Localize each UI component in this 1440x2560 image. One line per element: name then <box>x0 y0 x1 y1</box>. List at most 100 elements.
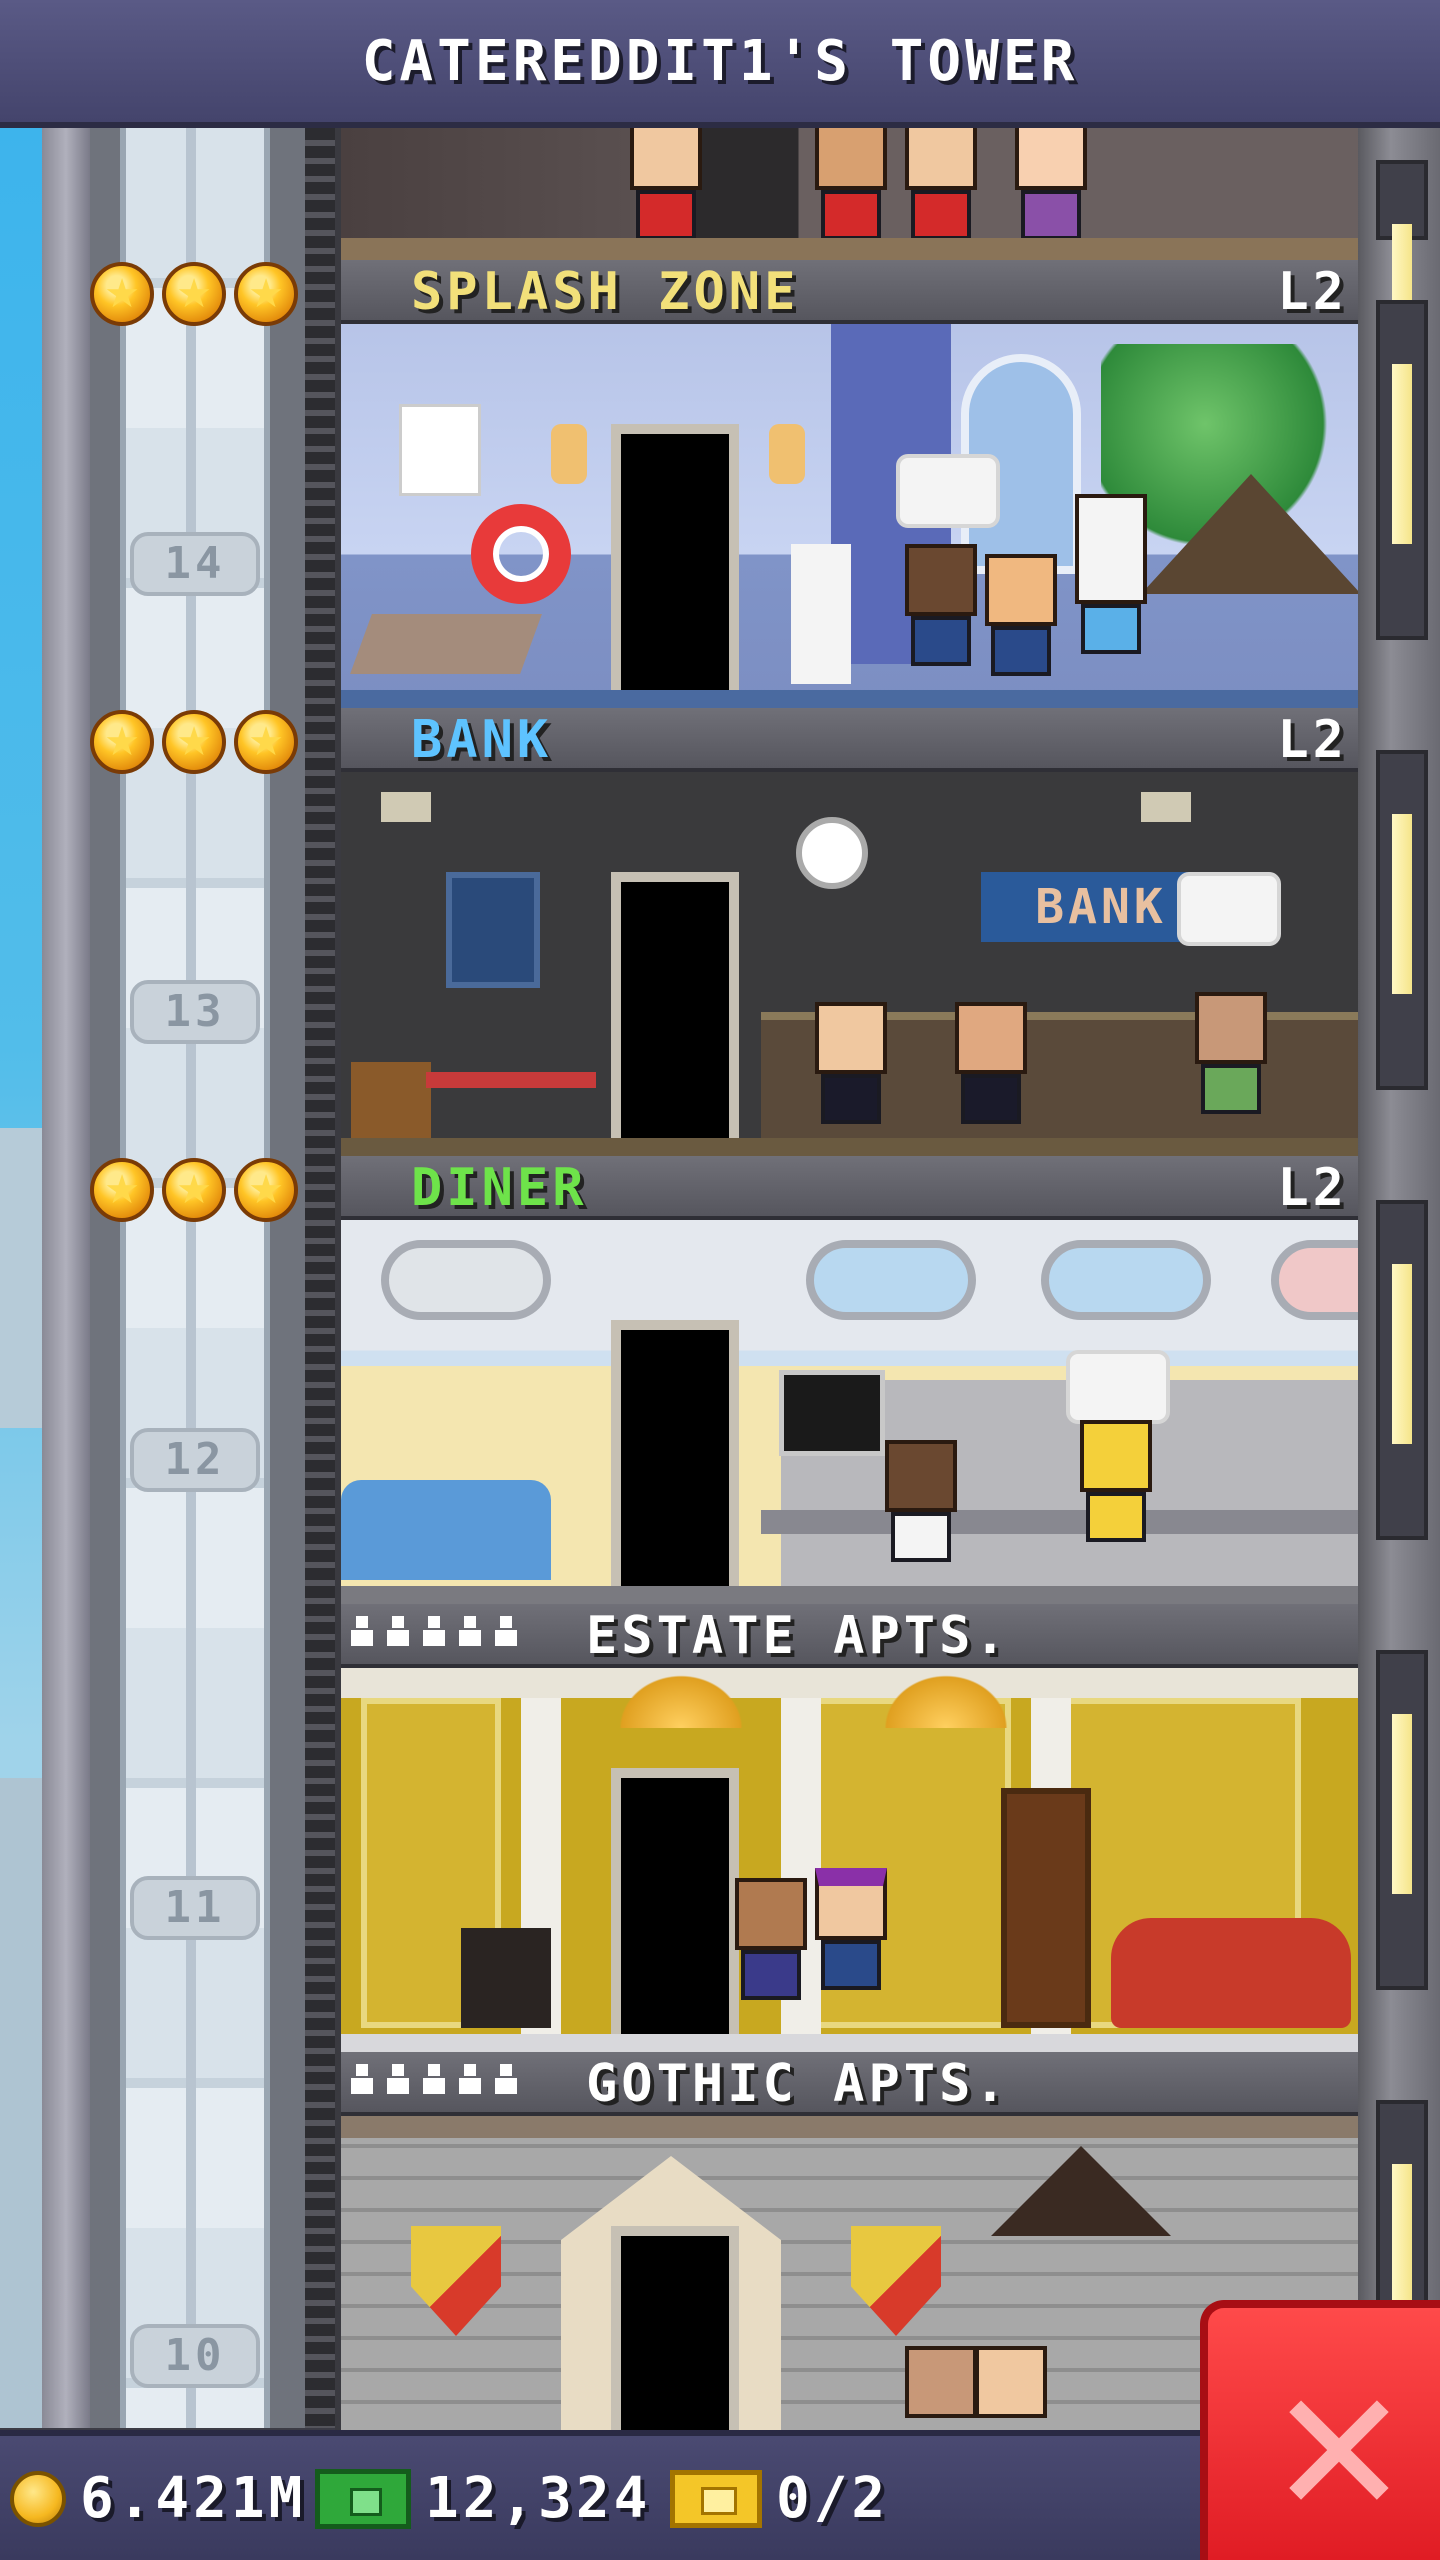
room-door[interactable] <box>611 872 739 1156</box>
star-icon <box>234 710 298 774</box>
lounge-chair <box>350 614 542 674</box>
person-sprite[interactable] <box>901 544 981 694</box>
floor-splash-zone[interactable]: SPLASH ZONE L2 <box>335 260 1358 708</box>
bux-display[interactable]: 12,324 <box>315 2466 651 2531</box>
room-door[interactable] <box>611 1768 739 2052</box>
floor-name: BANK <box>411 710 553 770</box>
heraldic-shield <box>851 2226 941 2336</box>
floor-estate-apts[interactable]: ESTATE APTS. <box>335 1604 1358 2052</box>
person-sprite[interactable] <box>971 2346 1051 2430</box>
right-wall-window <box>1376 300 1428 640</box>
room-door[interactable] <box>611 1320 739 1604</box>
diner-window <box>381 1240 551 1320</box>
person-sprite[interactable] <box>901 2346 981 2430</box>
room-diner[interactable] <box>341 1220 1358 1604</box>
tickets-display[interactable]: 0/2 <box>670 2466 889 2531</box>
room-door[interactable] <box>611 2226 739 2430</box>
person-icon <box>495 2064 517 2094</box>
ceiling-trim <box>341 2116 1358 2138</box>
person-sprite[interactable] <box>811 1868 891 2038</box>
diner-booth <box>341 1480 551 1580</box>
floor-baseboard <box>341 2034 1358 2052</box>
person-icon <box>459 2064 481 2094</box>
right-wall-window <box>1376 1650 1428 1990</box>
sky-background <box>0 128 42 2428</box>
diner-counter <box>761 1510 1358 1534</box>
bux-value: 12,324 <box>425 2466 652 2531</box>
person-sprite[interactable] <box>981 554 1061 694</box>
room-estate-apts[interactable] <box>341 1668 1358 2052</box>
speech-bubble[interactable] <box>896 454 1000 528</box>
person-sprite[interactable] <box>1191 992 1271 1152</box>
person-sprite[interactable] <box>626 118 706 240</box>
coin-icon <box>10 2470 66 2527</box>
floor-diner[interactable]: DINER L2 <box>335 1156 1358 1604</box>
tower-title-bar: CATEREDDIT1'S TOWER <box>0 0 1440 128</box>
bux-icon <box>315 2468 411 2529</box>
floor-header: ESTATE APTS. <box>341 1604 1358 1668</box>
floor-baseboard <box>341 1138 1358 1156</box>
resident-icons <box>351 1616 517 1646</box>
security-camera <box>1141 792 1191 822</box>
floor-baseboard <box>341 690 1358 708</box>
person-icon <box>351 2064 373 2094</box>
room-door[interactable] <box>611 424 739 708</box>
room-bank[interactable]: BANK <box>341 772 1358 1156</box>
right-wall-window <box>1376 1200 1428 1540</box>
elevator-glass[interactable] <box>120 128 270 2428</box>
floor-bank[interactable]: BANK L2 BANK <box>335 708 1358 1156</box>
star-icon <box>90 1158 154 1222</box>
star-icon <box>90 710 154 774</box>
floor-name: ESTATE APTS. <box>586 1606 1010 1666</box>
right-wall-window <box>1376 750 1428 1090</box>
star-icon <box>90 262 154 326</box>
info-poster <box>399 404 481 496</box>
speech-bubble[interactable] <box>1177 872 1281 946</box>
floor-number-13: 13 <box>130 980 260 1044</box>
floor-number-11: 11 <box>130 1876 260 1940</box>
floor-level: L2 <box>1277 262 1348 322</box>
star-icon <box>234 262 298 326</box>
floor-number-12: 12 <box>130 1428 260 1492</box>
speech-bubble[interactable] <box>1066 1350 1170 1424</box>
room-splash-zone[interactable] <box>341 324 1358 708</box>
resident-icons <box>351 2064 517 2094</box>
floor-15-partial[interactable] <box>335 118 1358 260</box>
shark-costume-person[interactable] <box>1071 494 1151 694</box>
close-icon: ✕ <box>1267 2355 1411 2553</box>
life-ring <box>471 504 571 604</box>
chicken-costume-person[interactable] <box>1076 1420 1156 1590</box>
bookshelf <box>1001 1788 1091 2028</box>
diner-window <box>806 1240 976 1320</box>
floor-header: SPLASH ZONE L2 <box>341 260 1358 324</box>
floor-header: GOTHIC APTS. <box>341 2052 1358 2116</box>
person-icon <box>459 1616 481 1646</box>
menu-board <box>779 1370 885 1456</box>
person-sprite[interactable] <box>811 1002 891 1152</box>
floor-name: GOTHIC APTS. <box>586 2054 1010 2114</box>
coins-value: 6.421M <box>80 2466 307 2531</box>
chef-person[interactable] <box>881 1410 961 1590</box>
person-sprite[interactable] <box>1011 118 1091 240</box>
person-sprite[interactable] <box>901 118 981 240</box>
star-icon <box>162 1158 226 1222</box>
person-sprite[interactable] <box>731 1878 811 2038</box>
floor-stars-bank <box>90 710 298 774</box>
floor-stars-diner <box>90 1158 298 1222</box>
telephone-table <box>461 1928 551 2028</box>
wall-lamp <box>769 424 805 484</box>
coins-display[interactable]: 6.421M <box>10 2466 306 2531</box>
person-sprite[interactable] <box>951 1002 1031 1152</box>
security-camera <box>381 792 431 822</box>
star-icon <box>162 710 226 774</box>
ceiling-trim <box>341 1668 1358 1698</box>
chandelier <box>611 1668 751 1728</box>
person-sprite[interactable] <box>811 118 891 240</box>
red-sofa <box>1111 1918 1351 2028</box>
diner-window <box>1271 1240 1358 1320</box>
person-icon <box>351 1616 373 1646</box>
star-icon <box>162 262 226 326</box>
close-button[interactable]: ✕ <box>1200 2300 1440 2560</box>
diner-window <box>1041 1240 1211 1320</box>
floor-name: SPLASH ZONE <box>411 262 800 322</box>
